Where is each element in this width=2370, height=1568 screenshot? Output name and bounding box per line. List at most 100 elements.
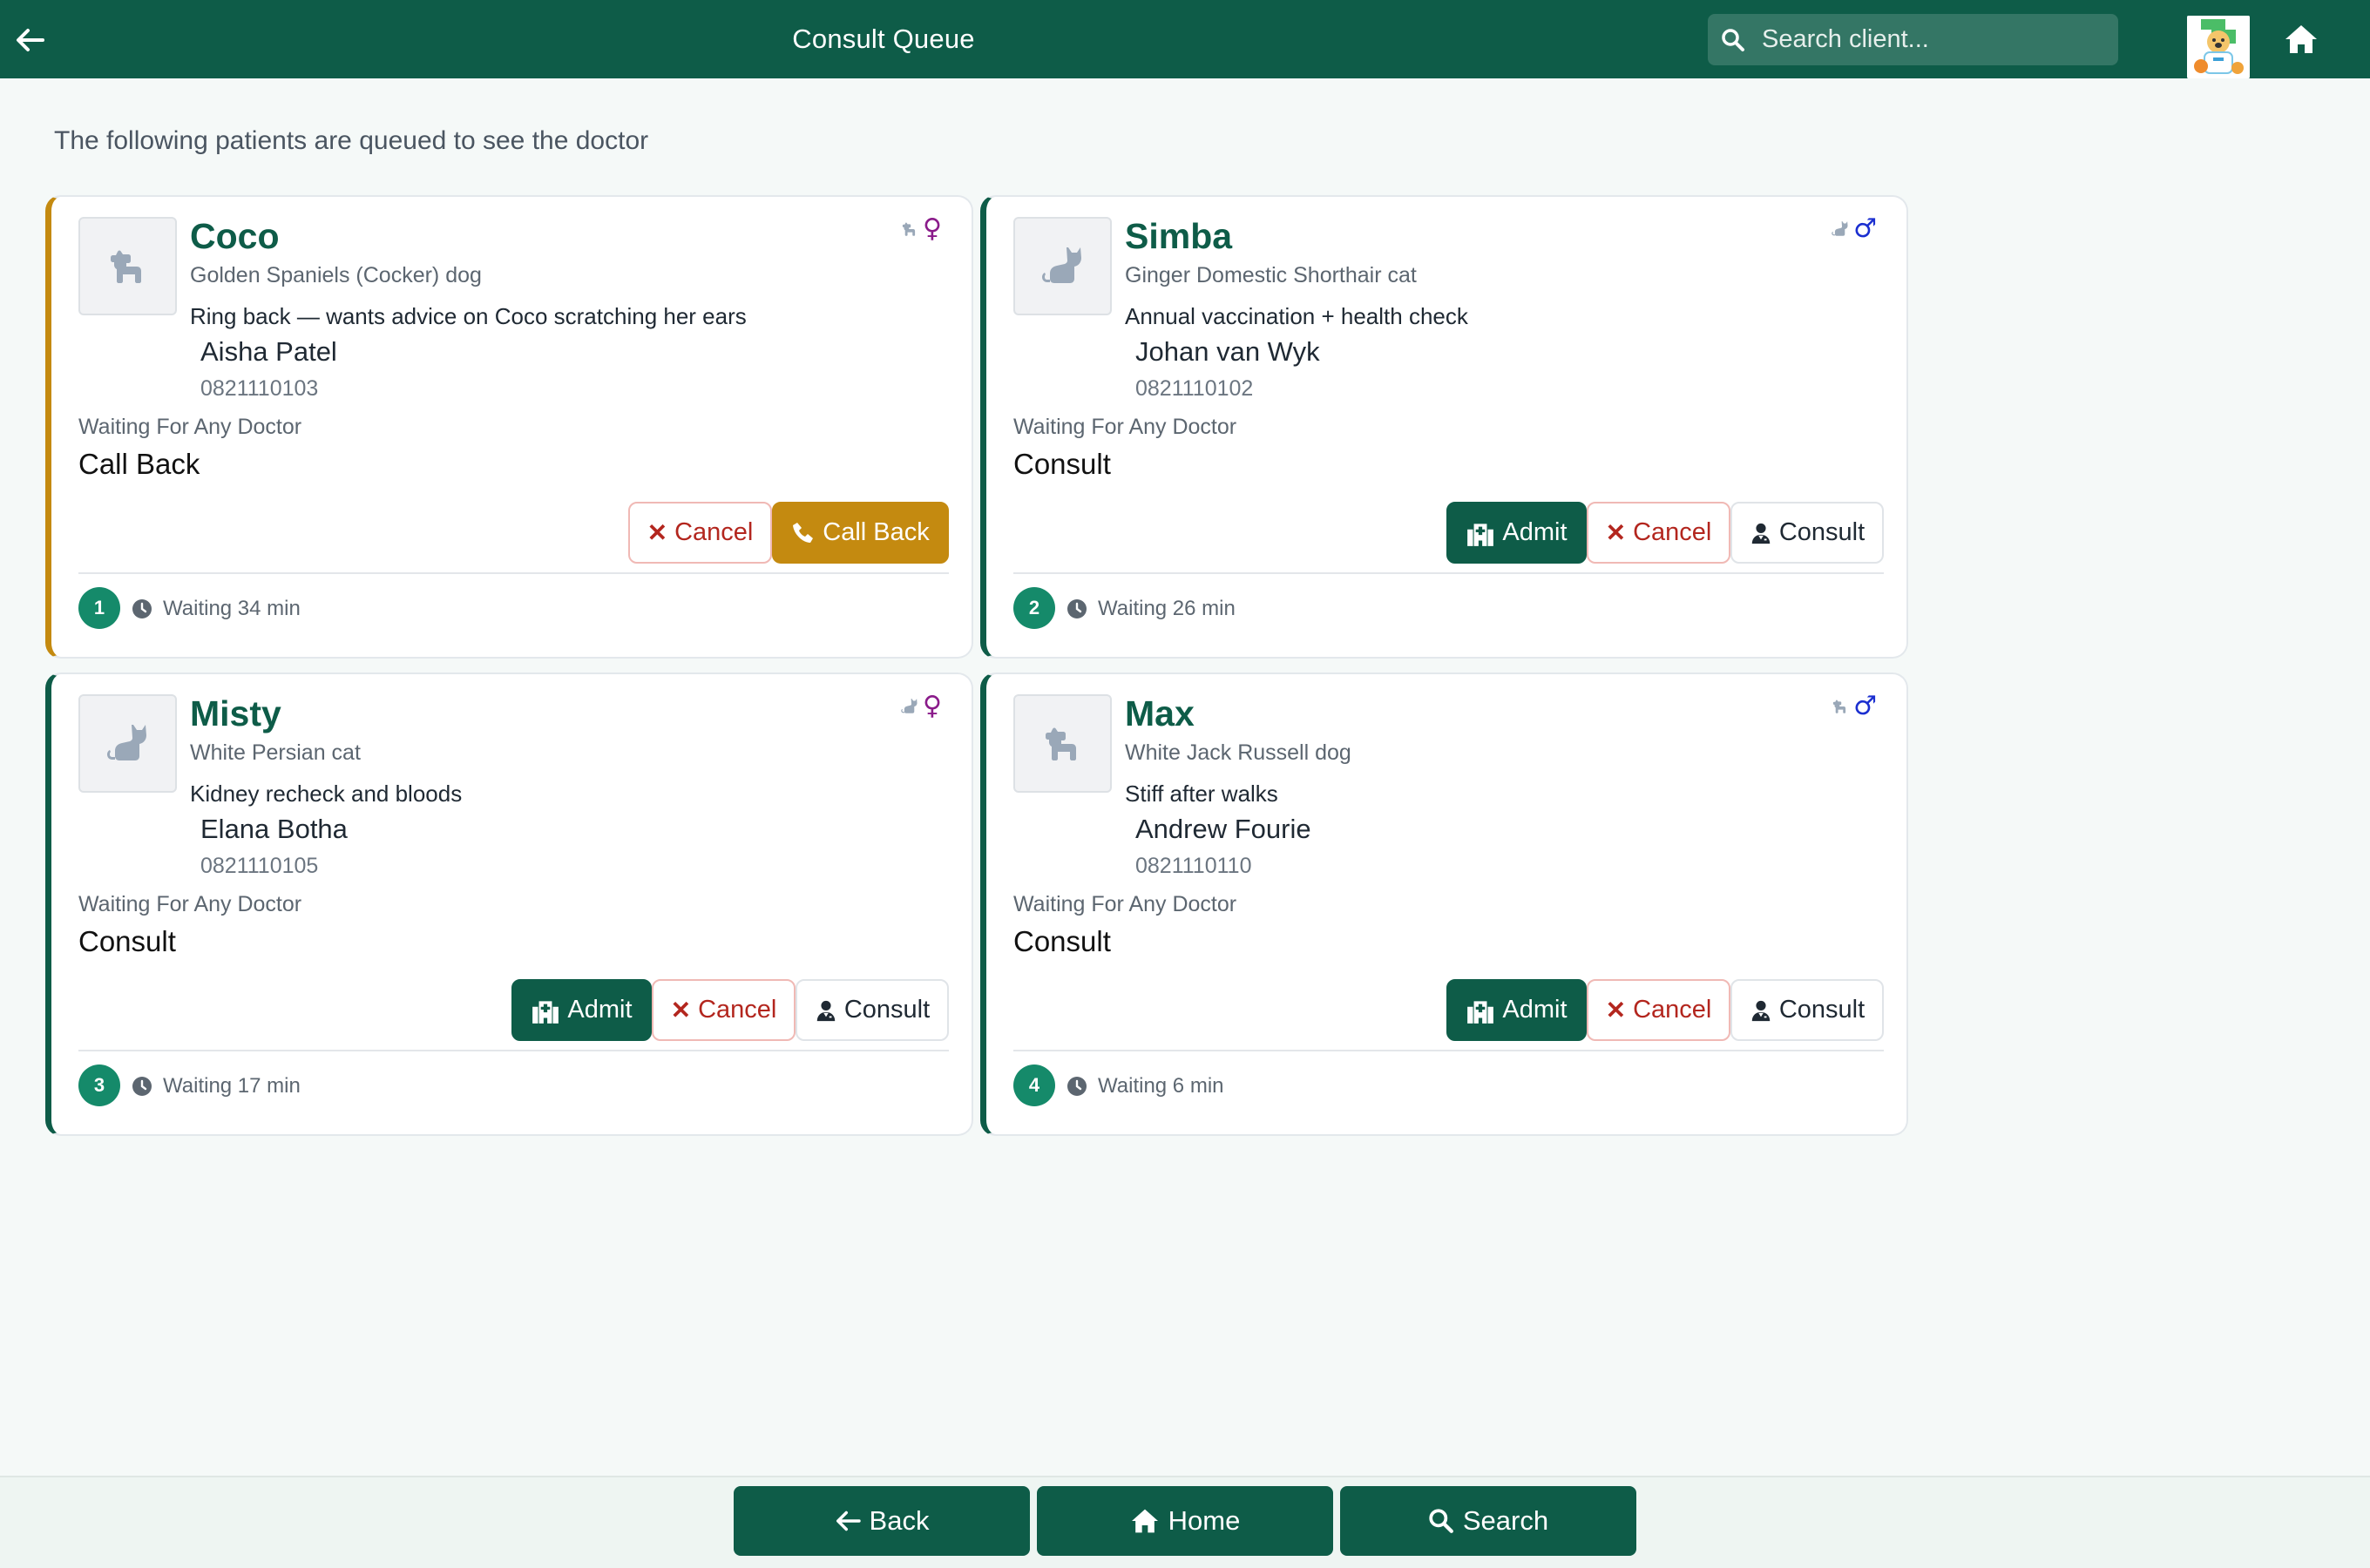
patient-breed: Ginger Domestic Shorthair cat — [1125, 263, 1417, 287]
card-actions: ✕ Cancel Call Back — [628, 502, 949, 564]
dog-icon — [100, 239, 156, 294]
species-sex-indicator: ♂ — [1829, 213, 1877, 244]
close-icon: ✕ — [1605, 519, 1627, 546]
bottom-nav-bar: Back Home Search — [0, 1476, 2370, 1568]
visit-reason: Ring back — wants advice on Coco scratch… — [190, 303, 747, 329]
patient-photo-placeholder — [1013, 694, 1112, 793]
species-sex-indicator: ♀ — [898, 213, 942, 244]
waiting-for-doctor: Waiting For Any Doctor — [1013, 415, 1237, 439]
patient-name[interactable]: Misty — [190, 693, 281, 734]
queue-card: ♀ Misty White Persian cat Kidney recheck… — [45, 672, 973, 1136]
waiting-time: Waiting 17 min — [163, 1074, 301, 1098]
home-icon[interactable] — [2283, 21, 2319, 57]
home-button[interactable]: Home — [1037, 1486, 1333, 1556]
queue-position-badge: 3 — [78, 1064, 120, 1106]
search-button[interactable]: Search — [1340, 1486, 1636, 1556]
cat-icon — [100, 716, 156, 772]
clock-icon — [132, 1076, 152, 1097]
cancel-button[interactable]: ✕ Cancel — [1587, 502, 1730, 564]
consult-button[interactable]: Consult — [796, 979, 949, 1041]
clock-icon — [1066, 1076, 1087, 1097]
admit-button[interactable]: Admit — [511, 979, 652, 1041]
patient-breed: White Persian cat — [190, 740, 361, 765]
admit-button[interactable]: Admit — [1446, 502, 1587, 564]
queue-position-badge: 4 — [1013, 1064, 1055, 1106]
hospital-icon — [1466, 997, 1495, 1024]
phone-icon — [793, 522, 814, 543]
card-divider — [1013, 572, 1884, 574]
owner-name: Aisha Patel — [200, 336, 337, 367]
visit-reason: Kidney recheck and bloods — [190, 781, 463, 807]
owner-name: Andrew Fourie — [1135, 814, 1311, 844]
consult-button[interactable]: Consult — [1730, 502, 1884, 564]
cancel-button[interactable]: ✕ Cancel — [1587, 979, 1730, 1041]
owner-phone: 0821110105 — [200, 854, 319, 878]
card-actions: Admit ✕ Cancel Consult — [511, 979, 949, 1041]
male-icon: ♂ — [1853, 213, 1877, 244]
waiting-time: Waiting 6 min — [1098, 1074, 1224, 1098]
owner-phone: 0821110103 — [200, 376, 319, 401]
owner-name: Elana Botha — [200, 814, 348, 844]
waiting-for-doctor: Waiting For Any Doctor — [78, 415, 302, 439]
queue-type: Consult — [78, 925, 176, 957]
owner-phone: 0821110102 — [1135, 376, 1254, 401]
patient-breed: White Jack Russell dog — [1125, 740, 1351, 765]
card-actions: Admit ✕ Cancel Consult — [1446, 502, 1884, 564]
owner-name: Johan van Wyk — [1135, 336, 1320, 367]
admit-button[interactable]: Admit — [1446, 979, 1587, 1041]
cat-species-icon — [898, 695, 921, 718]
close-icon: ✕ — [647, 519, 668, 546]
dog-species-icon — [898, 218, 921, 240]
top-app-bar: Consult Queue — [0, 0, 2370, 78]
patient-name[interactable]: Coco — [190, 216, 280, 257]
dog-species-icon — [1829, 695, 1852, 718]
search-icon — [1429, 1509, 1453, 1533]
male-icon: ♂ — [1853, 691, 1877, 721]
owner-phone: 0821110110 — [1135, 854, 1252, 878]
search-client-input[interactable] — [1762, 25, 2110, 54]
close-icon: ✕ — [670, 997, 692, 1024]
female-icon: ♀ — [923, 691, 942, 721]
client-search-field[interactable] — [1708, 14, 2118, 65]
queue-position-badge: 2 — [1013, 587, 1055, 629]
queue-card: ♂ Max White Jack Russell dog Stiff after… — [980, 672, 1908, 1136]
card-divider — [78, 572, 949, 574]
queue-type: Call Back — [78, 448, 200, 480]
visit-reason: Stiff after walks — [1125, 781, 1278, 807]
call-back-button[interactable]: Call Back — [772, 502, 949, 564]
search-icon — [1720, 27, 1746, 53]
dog-icon — [1035, 716, 1091, 772]
waiting-for-doctor: Waiting For Any Doctor — [78, 892, 302, 916]
cat-icon — [1035, 239, 1091, 294]
queue-card: ♂ Simba Ginger Domestic Shorthair cat An… — [980, 195, 1908, 659]
patient-photo-placeholder — [78, 694, 177, 793]
waiting-for-doctor: Waiting For Any Doctor — [1013, 892, 1237, 916]
cancel-button[interactable]: ✕ Cancel — [652, 979, 796, 1041]
back-arrow-icon — [836, 1511, 861, 1531]
patient-breed: Golden Spaniels (Cocker) dog — [190, 263, 482, 287]
cancel-button[interactable]: ✕ Cancel — [628, 502, 772, 564]
visit-reason: Annual vaccination + health check — [1125, 303, 1468, 329]
clock-icon — [132, 598, 152, 619]
cat-species-icon — [1829, 218, 1852, 240]
home-icon — [1131, 1509, 1158, 1533]
queue-card: ♀ Coco Golden Spaniels (Cocker) dog Ring… — [45, 195, 973, 659]
card-actions: Admit ✕ Cancel Consult — [1446, 979, 1884, 1041]
queue-intro-text: The following patients are queued to see… — [54, 126, 649, 155]
clinic-logo — [2187, 16, 2250, 78]
female-icon: ♀ — [923, 213, 942, 244]
consult-button[interactable]: Consult — [1730, 979, 1884, 1041]
species-sex-indicator: ♀ — [898, 691, 942, 721]
card-divider — [1013, 1050, 1884, 1051]
doctor-icon — [815, 998, 837, 1023]
patient-photo-placeholder — [78, 217, 177, 315]
hospital-icon — [1466, 520, 1495, 546]
queue-type: Consult — [1013, 448, 1111, 480]
page-title: Consult Queue — [792, 24, 975, 54]
card-divider — [78, 1050, 949, 1051]
doctor-icon — [1750, 998, 1772, 1023]
patient-name[interactable]: Max — [1125, 693, 1195, 734]
patient-name[interactable]: Simba — [1125, 216, 1232, 257]
hospital-icon — [531, 997, 560, 1024]
back-button[interactable]: Back — [734, 1486, 1030, 1556]
